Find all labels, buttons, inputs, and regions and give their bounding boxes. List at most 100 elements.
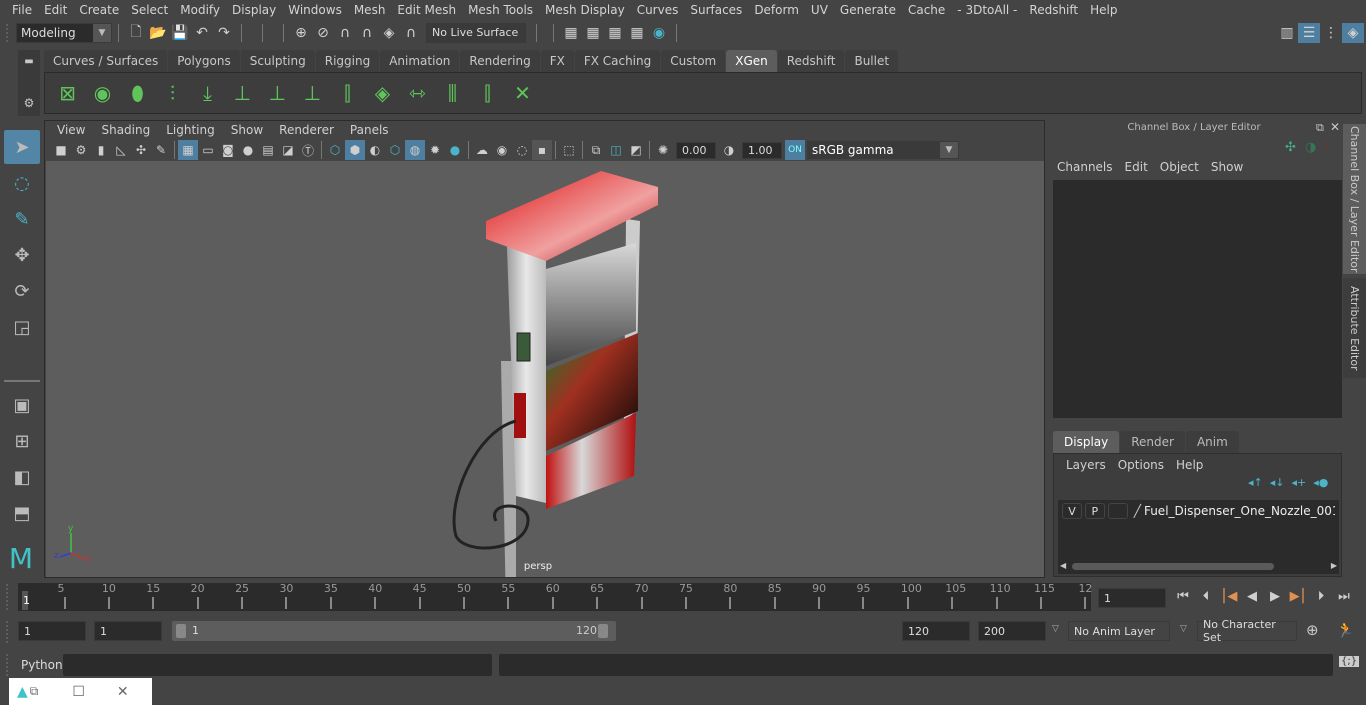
shelf-menu-icon[interactable]: ▬ bbox=[24, 56, 33, 67]
color-management-toggle-icon[interactable]: ON bbox=[785, 140, 805, 160]
gamma-field[interactable]: 1.00 bbox=[742, 141, 782, 159]
move-tool-icon[interactable]: ✥ bbox=[4, 238, 40, 272]
new-layer-selected-icon[interactable]: ◂● bbox=[1313, 476, 1328, 489]
use-all-lights-icon[interactable]: ✹ bbox=[425, 140, 445, 160]
select-tool-icon[interactable]: ➤ bbox=[4, 130, 40, 164]
close-panel-icon[interactable]: ✕ bbox=[1330, 120, 1340, 134]
xray-joints-icon[interactable]: ◩ bbox=[626, 140, 646, 160]
gamma-icon[interactable]: ◑ bbox=[719, 140, 739, 160]
menu-file[interactable]: File bbox=[6, 3, 38, 17]
lasso-select-icon[interactable]: ◌ bbox=[4, 166, 40, 200]
menu-display[interactable]: Display bbox=[226, 3, 282, 17]
layer-menu-help[interactable]: Help bbox=[1170, 458, 1209, 472]
xgen-place-guides-icon[interactable]: ⤓ bbox=[190, 76, 225, 110]
film-gate-icon[interactable]: ▭ bbox=[198, 140, 218, 160]
xgen-guide-box-icon[interactable]: ⫿ bbox=[470, 76, 505, 110]
grid-toggle-icon[interactable]: ▦ bbox=[178, 140, 198, 160]
exposure-field[interactable]: 0.00 bbox=[676, 141, 716, 159]
current-frame-field[interactable]: 1 bbox=[1098, 588, 1166, 608]
rotate-tool-icon[interactable]: ⟳ bbox=[4, 274, 40, 308]
float-panel-icon[interactable]: ⧉ bbox=[1316, 121, 1324, 135]
tab-attribute-editor[interactable]: Attribute Editor bbox=[1343, 278, 1366, 378]
select-camera-icon[interactable]: ■ bbox=[51, 140, 71, 160]
screen-space-ao-icon[interactable]: ☁ bbox=[472, 140, 492, 160]
layer-tab-display[interactable]: Display bbox=[1053, 431, 1120, 453]
camera-attributes-icon[interactable]: ⚙ bbox=[71, 140, 91, 160]
menu-edit[interactable]: Edit bbox=[38, 3, 73, 17]
viewport-menu-panels[interactable]: Panels bbox=[342, 123, 397, 137]
xray-icon[interactable]: ⧉ bbox=[586, 140, 606, 160]
mode-selector[interactable]: Modeling ▼ bbox=[16, 22, 112, 43]
grease-pencil-icon[interactable]: ✎ bbox=[151, 140, 171, 160]
anti-aliasing-icon[interactable]: ◌ bbox=[512, 140, 532, 160]
safe-title-icon[interactable]: Ⓣ bbox=[298, 140, 318, 160]
tab-channel-box-layer-editor[interactable]: Channel Box / Layer Editor bbox=[1343, 124, 1366, 274]
xgen-visibility-icon[interactable]: ◉ bbox=[85, 76, 120, 110]
menu-help[interactable]: Help bbox=[1084, 3, 1123, 17]
gate-mask-icon[interactable]: ● bbox=[238, 140, 258, 160]
new-empty-layer-icon[interactable]: ◂+ bbox=[1292, 476, 1307, 489]
shelf-tab-rigging[interactable]: Rigging bbox=[315, 50, 380, 72]
layer-row[interactable]: V P ╱ Fuel_Dispenser_One_Nozzle_001_laye… bbox=[1058, 500, 1339, 522]
live-surface-field[interactable]: No Live Surface bbox=[426, 22, 526, 43]
render-frame-icon[interactable]: ▦ bbox=[582, 23, 604, 43]
xgen-create-description-icon[interactable]: ⊠ bbox=[50, 76, 85, 110]
save-scene-icon[interactable]: 💾 bbox=[169, 23, 191, 43]
channel-box-menu-object[interactable]: Object bbox=[1154, 160, 1205, 174]
go-to-end-icon[interactable]: ⏭ bbox=[1333, 586, 1355, 606]
menu-curves[interactable]: Curves bbox=[631, 3, 685, 17]
render-settings-icon[interactable]: ▦ bbox=[560, 23, 582, 43]
animation-preferences-icon[interactable]: 🏃 bbox=[1336, 621, 1355, 639]
channel-box-menu-edit[interactable]: Edit bbox=[1119, 160, 1154, 174]
four-view-layout-icon[interactable]: ⊞ bbox=[4, 424, 40, 458]
attribute-editor-toggle-icon[interactable]: ☰ bbox=[1298, 22, 1320, 43]
speed-toggle-icon[interactable]: ◑ bbox=[1305, 140, 1316, 155]
undo-icon[interactable]: ↶ bbox=[191, 23, 213, 43]
command-input[interactable] bbox=[63, 654, 492, 676]
channel-box-content[interactable] bbox=[1053, 180, 1342, 418]
shelf-tab-polygons[interactable]: Polygons bbox=[168, 50, 240, 72]
textured-icon[interactable]: ◍ bbox=[405, 140, 425, 160]
viewport-scene[interactable]: persp y x z bbox=[46, 161, 1044, 611]
layer-visibility-toggle[interactable]: V bbox=[1062, 503, 1082, 519]
layer-menu-options[interactable]: Options bbox=[1112, 458, 1170, 472]
xgen-show-guide-icon[interactable]: ⊥ bbox=[260, 76, 295, 110]
range-slider[interactable]: 1 120 bbox=[172, 621, 616, 641]
time-slider[interactable]: 1 5 10 15 20 25 30 35 40 45 50 55 60 65 70 75 80 85 90 95 1… bbox=[18, 582, 1092, 611]
menu-mesh-display[interactable]: Mesh Display bbox=[539, 3, 631, 17]
2d-pan-zoom-icon[interactable]: ✣ bbox=[131, 140, 151, 160]
wireframe-icon[interactable]: ⬡ bbox=[325, 140, 345, 160]
xgen-lock-guide-icon[interactable]: ⊥ bbox=[295, 76, 330, 110]
play-forward-icon[interactable]: ▶ bbox=[1264, 586, 1286, 606]
anim-layer-dropdown[interactable]: No Anim Layer bbox=[1068, 621, 1170, 641]
redo-icon[interactable]: ↷ bbox=[213, 23, 235, 43]
shelf-tab-xgen[interactable]: XGen bbox=[726, 50, 777, 72]
layer-display-type-toggle[interactable] bbox=[1107, 503, 1128, 519]
viewport-menu-view[interactable]: View bbox=[49, 123, 93, 137]
persp-graph-layout-icon[interactable]: ⬒ bbox=[4, 496, 40, 530]
exposure-icon[interactable]: ✺ bbox=[653, 140, 673, 160]
play-backward-icon[interactable]: ◀ bbox=[1241, 586, 1263, 606]
modeling-toolkit-icon[interactable]: ▥ bbox=[1276, 23, 1298, 43]
xgen-patch-icon[interactable]: ◈ bbox=[365, 76, 400, 110]
shelf-tab-bullet[interactable]: Bullet bbox=[845, 50, 899, 72]
xgen-add-guides-icon[interactable]: ⫶ bbox=[155, 76, 190, 110]
menu-edit-mesh[interactable]: Edit Mesh bbox=[391, 3, 462, 17]
shelf-tab-custom[interactable]: Custom bbox=[661, 50, 726, 72]
menu-modify[interactable]: Modify bbox=[174, 3, 226, 17]
playback-start-field[interactable]: 1 bbox=[94, 621, 162, 641]
animation-start-field[interactable]: 1 bbox=[18, 621, 86, 641]
menu-mesh-tools[interactable]: Mesh Tools bbox=[462, 3, 539, 17]
layer-playback-toggle[interactable]: P bbox=[1084, 503, 1105, 519]
tool-settings-icon[interactable]: ⋮ bbox=[1320, 23, 1342, 43]
layer-color-swatch[interactable]: ╱ bbox=[1134, 504, 1141, 518]
snap-icon[interactable]: ∩ bbox=[400, 23, 422, 43]
shelf-tab-fx[interactable]: FX bbox=[540, 50, 574, 72]
menu-generate[interactable]: Generate bbox=[834, 3, 902, 17]
menu-mesh[interactable]: Mesh bbox=[348, 3, 392, 17]
xray-active-components-icon[interactable]: ◫ bbox=[606, 140, 626, 160]
menu-surfaces[interactable]: Surfaces bbox=[684, 3, 748, 17]
color-space-dropdown[interactable]: sRGB gamma ▼ bbox=[807, 141, 959, 159]
resolution-gate-icon[interactable]: ◙ bbox=[218, 140, 238, 160]
step-forward-frame-icon[interactable]: ⏵ bbox=[1310, 586, 1332, 606]
